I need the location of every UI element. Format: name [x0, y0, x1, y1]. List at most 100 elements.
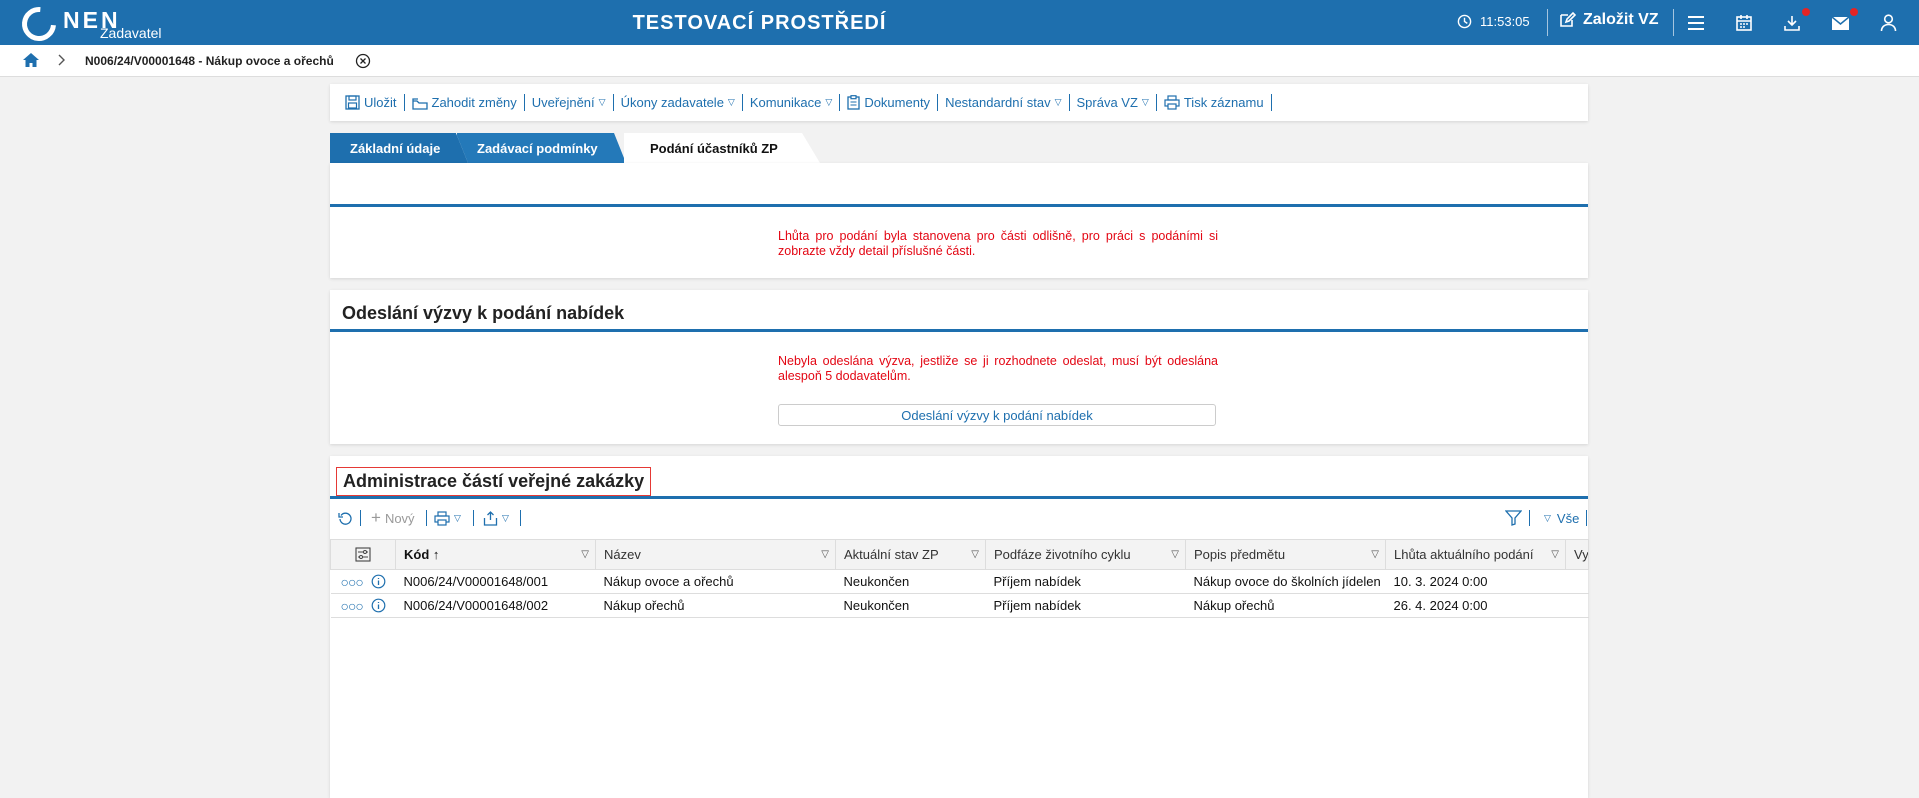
create-contract-button[interactable]: Založit VZ: [1558, 11, 1659, 29]
clock-time: 11:53:05: [1480, 14, 1530, 29]
action-toolbar: Uložit Zahodit změny Uveřejnění ▽ Úkony z…: [330, 84, 1588, 121]
cell-code: N006/24/V00001648/001: [395, 569, 596, 594]
new-button[interactable]: + Nový: [371, 508, 415, 528]
save-icon: [345, 95, 360, 110]
cell-truncated: [1565, 569, 1589, 594]
column-filter-icon[interactable]: ▽: [971, 549, 979, 560]
publish-label: Uveřejnění: [531, 95, 595, 110]
clipboard-icon: [847, 95, 860, 110]
column-label: Vy: [1574, 547, 1589, 562]
calendar-icon[interactable]: [1732, 11, 1756, 35]
download-icon[interactable]: [1780, 8, 1810, 35]
nonstandard-state-label: Nestandardní stav: [945, 95, 1051, 110]
column-label: Lhůta aktuálního podání: [1394, 547, 1534, 562]
column-filter-icon[interactable]: ▽: [1551, 549, 1559, 560]
more-options-icon[interactable]: ○○○: [341, 574, 364, 590]
toolbar-divider: [1586, 510, 1587, 526]
toolbar-divider: [520, 510, 521, 526]
column-label: Aktuální stav ZP: [844, 547, 939, 562]
home-icon[interactable]: [22, 52, 40, 71]
toolbar-divider: [473, 510, 474, 526]
column-header-subphase[interactable]: Podfáze životního cyklu ▽: [985, 539, 1186, 570]
column-header-code[interactable]: Kód ↑ ▽: [395, 539, 596, 570]
menu-icon[interactable]: [1684, 11, 1708, 35]
column-header-state[interactable]: Aktuální stav ZP ▽: [835, 539, 986, 570]
cell-deadline: 26. 4. 2024 0:00: [1385, 593, 1566, 618]
column-header-name[interactable]: Název ▽: [595, 539, 836, 570]
dropdown-triangle-icon: ▽: [1141, 97, 1149, 107]
toolbar-divider: [426, 510, 427, 526]
print-menu[interactable]: ▽: [434, 508, 461, 528]
toolbar-divider: [1529, 510, 1530, 526]
mail-icon[interactable]: [1828, 8, 1858, 35]
clock-icon: [1457, 14, 1472, 29]
column-settings-icon: [355, 547, 371, 562]
print-record-button[interactable]: Tisk záznamu: [1157, 94, 1272, 111]
column-label: Podfáze životního cyklu: [994, 547, 1131, 562]
plus-icon: +: [371, 508, 381, 527]
print-icon: [434, 510, 450, 526]
contract-parts-title: Administrace částí veřejné zakázky: [336, 467, 652, 496]
deadline-warning: Lhůta pro podání byla stanovena pro část…: [778, 229, 1218, 258]
column-header-deadline[interactable]: Lhůta aktuálního podání ▽: [1385, 539, 1566, 570]
filter-icon[interactable]: [1505, 508, 1522, 528]
documents-label: Dokumenty: [864, 95, 931, 110]
table-row[interactable]: ○○○ N006/24/V00001648/002 Nákup ořechů N…: [330, 593, 1589, 618]
header-divider: [1547, 9, 1548, 36]
contract-admin-label: Správa VZ: [1076, 95, 1138, 110]
info-icon[interactable]: [371, 598, 386, 613]
create-contract-label: Založit VZ: [1583, 11, 1659, 28]
column-label: Název: [604, 547, 641, 562]
panel-header-bar: [330, 329, 1588, 332]
column-settings-header[interactable]: [330, 539, 396, 570]
tab-basic-info[interactable]: Základní údaje: [330, 133, 468, 163]
cell-subphase: Příjem nabídek: [985, 569, 1186, 594]
breadcrumb-current[interactable]: N006/24/V00001648 - Nákup ovoce a ořechů: [85, 54, 334, 68]
dropdown-triangle-icon: ▽: [1054, 97, 1062, 107]
send-invitation-button[interactable]: Odeslání výzvy k podání nabídek: [778, 404, 1216, 426]
cell-state: Neukončen: [835, 569, 986, 594]
info-icon[interactable]: [371, 574, 386, 589]
invitation-panel: Odeslání výzvy k podání nabídek Nebyla o…: [330, 290, 1588, 444]
user-icon[interactable]: [1876, 11, 1900, 35]
communication-label: Komunikace: [749, 95, 822, 110]
panel-header-bar: [330, 163, 1588, 207]
documents-button[interactable]: Dokumenty: [840, 94, 939, 111]
column-filter-icon[interactable]: ▽: [1171, 549, 1179, 560]
column-filter-icon[interactable]: ▽: [821, 549, 829, 560]
column-header-truncated[interactable]: Vy: [1565, 539, 1589, 570]
column-filter-icon[interactable]: ▽: [581, 549, 589, 560]
column-header-description[interactable]: Popis předmětu ▽: [1185, 539, 1386, 570]
toolbar-divider: [360, 510, 361, 526]
row-actions: ○○○: [330, 593, 396, 618]
grid-toolbar: + Nový ▽ ▽ ▽ Vše: [330, 508, 1588, 528]
top-bar: NEN Zadavatel TESTOVACÍ PROSTŘEDÍ 11:53:…: [0, 0, 1919, 48]
contract-parts-table: Kód ↑ ▽ Název ▽ Aktuální stav ZP ▽ Podfáze …: [330, 539, 1589, 618]
contracting-actions-menu[interactable]: Úkony zadavatele ▽: [614, 94, 743, 111]
filter-all-select[interactable]: ▽ Vše: [1540, 508, 1579, 528]
discard-changes-button[interactable]: Zahodit změny: [405, 94, 525, 111]
publish-menu[interactable]: Uveřejnění ▽: [525, 94, 614, 111]
refresh-icon[interactable]: [338, 508, 353, 528]
communication-menu[interactable]: Komunikace ▽: [743, 94, 841, 111]
tab-tender-conditions[interactable]: Zadávací podmínky: [456, 133, 626, 163]
cell-state: Neukončen: [835, 593, 986, 618]
close-icon[interactable]: [355, 53, 371, 72]
column-filter-icon[interactable]: ▽: [1371, 549, 1379, 560]
session-clock: 11:53:05: [1457, 14, 1530, 29]
sort-ascending-icon: ↑: [432, 547, 440, 562]
invitation-warning: Nebyla odeslána výzva, jestliže se ji ro…: [778, 354, 1218, 383]
nonstandard-state-menu[interactable]: Nestandardní stav ▽: [938, 94, 1070, 111]
print-icon: [1164, 95, 1180, 110]
table-row[interactable]: ○○○ N006/24/V00001648/001 Nákup ovoce a …: [330, 569, 1589, 594]
contract-admin-menu[interactable]: Správa VZ ▽: [1070, 94, 1157, 111]
table-header-row: Kód ↑ ▽ Název ▽ Aktuální stav ZP ▽ Podfáze …: [330, 539, 1589, 570]
export-menu[interactable]: ▽: [483, 508, 509, 528]
contract-parts-panel: Administrace částí veřejné zakázky + Nov…: [330, 456, 1589, 798]
invitation-panel-title: Odeslání výzvy k podání nabídek: [342, 303, 625, 323]
panel-header-bar: [330, 496, 1588, 499]
more-options-icon[interactable]: ○○○: [341, 598, 364, 614]
tab-participant-submissions[interactable]: Podání účastníků ZP: [624, 133, 820, 163]
save-button[interactable]: Uložit: [338, 94, 405, 111]
new-label: Nový: [384, 510, 415, 526]
